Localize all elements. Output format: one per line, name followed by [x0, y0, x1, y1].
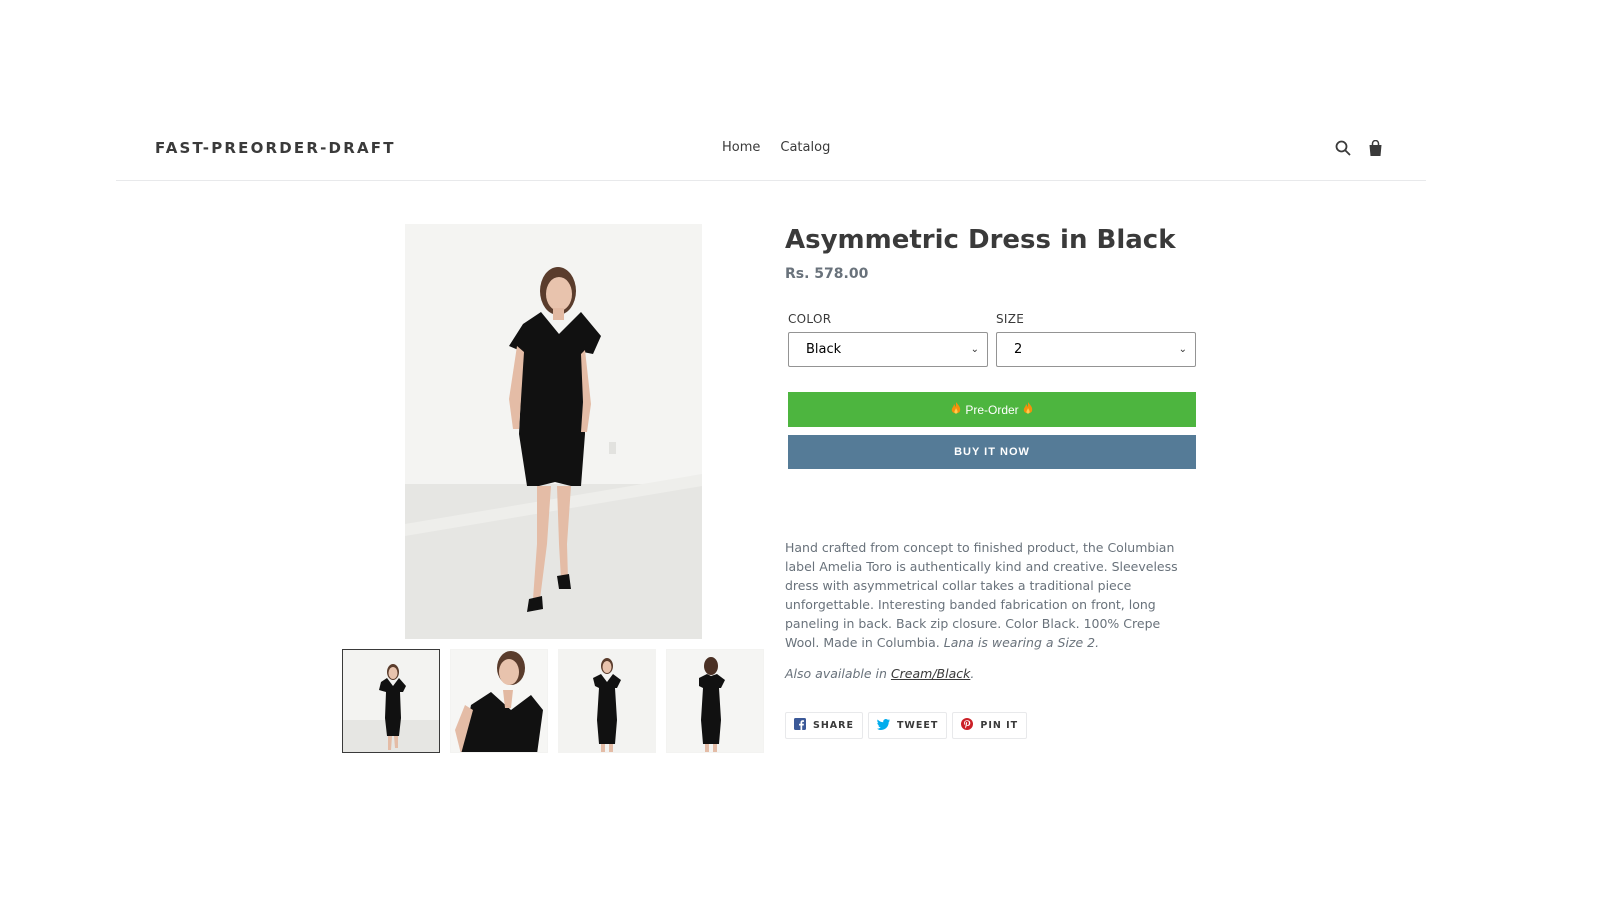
fire-icon [951, 401, 961, 418]
product-main-image[interactable] [405, 224, 702, 639]
product-description: Hand crafted from concept to finished pr… [785, 538, 1197, 652]
search-icon[interactable] [1334, 138, 1352, 158]
preorder-label: Pre-Order [965, 402, 1019, 417]
share-label: SHARE [813, 720, 854, 731]
twitter-icon [876, 718, 890, 733]
size-value: 2 [1014, 342, 1023, 357]
site-header: FAST-PREORDER-DRAFT Home Catalog [116, 120, 1426, 181]
share-twitter-button[interactable]: TWEET [867, 712, 948, 739]
pin-label: PIN IT [980, 720, 1019, 731]
social-share: SHARE TWEET PIN IT [785, 712, 1028, 739]
fire-icon [1023, 401, 1033, 418]
product-price: Rs. 578.00 [785, 266, 869, 282]
tweet-label: TWEET [896, 720, 939, 731]
thumbnail-4[interactable] [666, 649, 764, 753]
variant-selectors: COLOR Black ⌄ SIZE 2 ⌄ [788, 312, 1196, 367]
also-available-link[interactable]: Cream/Black [891, 666, 970, 681]
nav-catalog[interactable]: Catalog [780, 140, 830, 155]
color-selector: COLOR Black ⌄ [788, 312, 988, 367]
main-nav: Home Catalog [722, 140, 830, 155]
color-value: Black [806, 342, 842, 357]
description-text: Hand crafted from concept to finished pr… [785, 540, 1178, 650]
chevron-down-icon: ⌄ [970, 344, 979, 355]
buy-now-button[interactable]: BUY IT NOW [788, 435, 1196, 469]
nav-home[interactable]: Home [722, 140, 760, 155]
chevron-down-icon: ⌄ [1178, 344, 1187, 355]
product-thumbnails [342, 649, 764, 753]
also-prefix: Also available in [785, 666, 887, 681]
product-title: Asymmetric Dress in Black [785, 225, 1176, 255]
preorder-button[interactable]: Pre-Order [788, 392, 1196, 427]
share-pinterest-button[interactable]: PIN IT [952, 712, 1028, 739]
store-logo[interactable]: FAST-PREORDER-DRAFT [155, 139, 396, 157]
facebook-icon [794, 718, 806, 733]
product-info: Asymmetric Dress in Black Rs. 578.00 COL… [785, 224, 1197, 739]
thumbnail-2[interactable] [450, 649, 548, 753]
share-facebook-button[interactable]: SHARE [785, 712, 863, 739]
also-available: Also available in Cream/Black. [785, 666, 974, 681]
color-select[interactable]: Black ⌄ [788, 332, 988, 367]
color-label: COLOR [788, 312, 832, 326]
header-icons [1334, 138, 1384, 158]
cart-icon[interactable] [1366, 138, 1384, 158]
also-suffix: . [970, 666, 975, 681]
thumbnail-3[interactable] [558, 649, 656, 753]
pinterest-icon [961, 718, 974, 733]
size-selector: SIZE 2 ⌄ [996, 312, 1196, 367]
size-select[interactable]: 2 ⌄ [996, 332, 1196, 367]
size-label: SIZE [996, 312, 1025, 326]
thumbnail-1[interactable] [342, 649, 440, 753]
description-italic: Lana is wearing a Size 2. [943, 635, 1100, 650]
